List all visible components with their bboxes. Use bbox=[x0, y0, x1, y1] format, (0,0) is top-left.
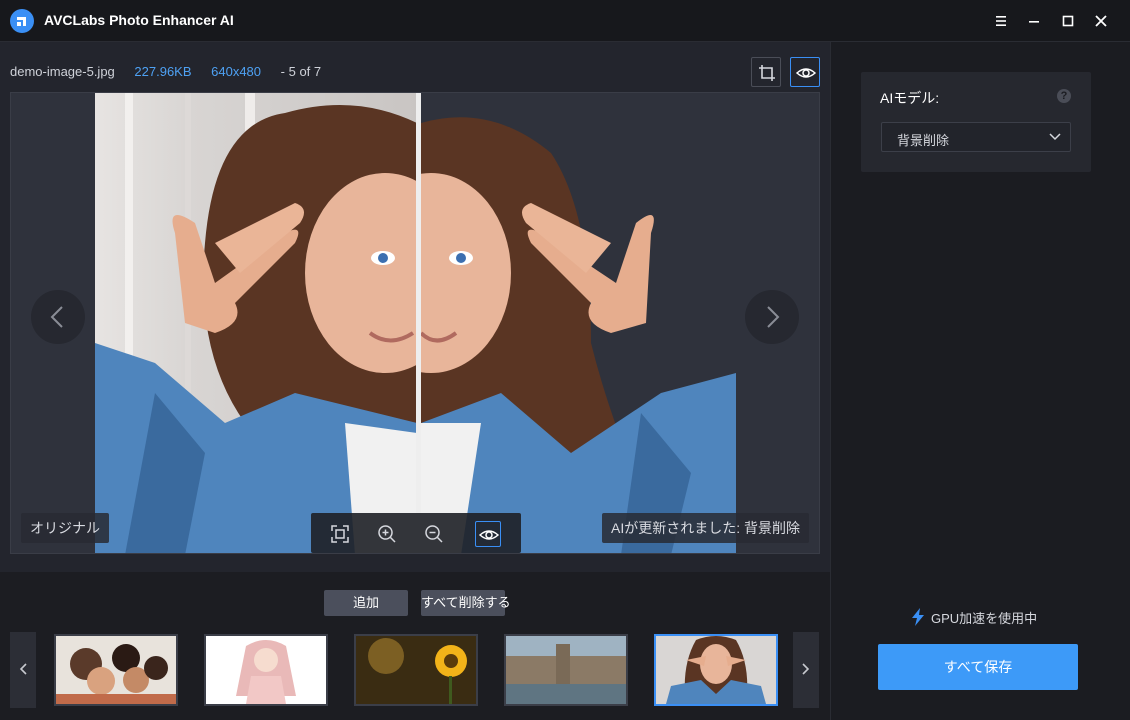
eye-icon bbox=[479, 530, 499, 540]
processed-label: AIが更新されました: 背景削除 bbox=[602, 513, 810, 543]
original-label: オリジナル bbox=[21, 513, 109, 543]
zoom-out-icon bbox=[425, 525, 443, 543]
minimize-icon[interactable] bbox=[1024, 11, 1044, 31]
chevron-left-icon bbox=[50, 306, 63, 328]
chevron-right-icon bbox=[802, 663, 810, 675]
ai-model-label: AIモデル: bbox=[880, 90, 940, 106]
maximize-icon[interactable] bbox=[1058, 11, 1078, 31]
zoom-in-button[interactable] bbox=[374, 521, 400, 547]
chevron-right-icon bbox=[767, 306, 780, 328]
zoom-out-button[interactable] bbox=[421, 521, 447, 547]
delete-all-button[interactable]: すべて削除する bbox=[421, 590, 511, 616]
next-image-button[interactable] bbox=[745, 290, 799, 344]
crop-icon bbox=[759, 65, 775, 81]
previous-image-button[interactable] bbox=[31, 290, 85, 344]
file-name: demo-image-5.jpg bbox=[10, 64, 115, 79]
zoom-toolbar bbox=[311, 513, 521, 553]
thumbnail-4[interactable] bbox=[504, 634, 628, 706]
fit-screen-button[interactable] bbox=[327, 521, 353, 547]
add-button[interactable]: 追加 bbox=[324, 590, 408, 616]
close-icon[interactable] bbox=[1091, 11, 1111, 31]
app-title: AVCLabs Photo Enhancer AI bbox=[44, 12, 234, 28]
eye-icon bbox=[796, 68, 816, 78]
file-info: demo-image-5.jpg 227.96KB 640x480 - 5 of… bbox=[10, 64, 337, 79]
ai-model-value: 背景削除 bbox=[897, 133, 950, 148]
original-image bbox=[95, 93, 417, 553]
compare-divider-handle[interactable] bbox=[416, 93, 421, 553]
title-bar: AVCLabs Photo Enhancer AI bbox=[0, 0, 1130, 42]
person-left-illustration bbox=[95, 105, 417, 553]
thumbnail-3[interactable] bbox=[354, 634, 478, 706]
zoom-in-icon bbox=[378, 525, 396, 543]
main-panel: demo-image-5.jpg 227.96KB 640x480 - 5 of… bbox=[0, 42, 830, 572]
crop-button[interactable] bbox=[751, 57, 781, 87]
person-right-illustration bbox=[421, 117, 736, 553]
image-viewer[interactable]: オリジナル AIが更新されました: 背景削除 bbox=[10, 92, 820, 554]
app-logo-icon bbox=[10, 9, 34, 33]
chevron-left-icon bbox=[19, 663, 27, 675]
ai-model-select[interactable]: 背景削除 bbox=[881, 122, 1071, 152]
help-icon[interactable]: ? bbox=[1057, 89, 1071, 103]
file-resolution: 640x480 bbox=[211, 64, 262, 79]
gpu-status: GPU加速を使用中 bbox=[911, 608, 1037, 627]
processed-image bbox=[421, 93, 736, 553]
thumbnail-1[interactable] bbox=[54, 634, 178, 706]
menu-icon[interactable] bbox=[991, 11, 1011, 31]
thumbnail-2[interactable] bbox=[204, 634, 328, 706]
settings-panel: AIモデル: ? 背景削除 GPU加速を使用中 すべて保存 bbox=[830, 42, 1130, 720]
file-position: - 5 of 7 bbox=[280, 64, 322, 79]
compare-view-button[interactable] bbox=[475, 521, 501, 547]
save-all-button[interactable]: すべて保存 bbox=[878, 644, 1078, 690]
fit-screen-icon bbox=[331, 525, 349, 543]
thumbnail-strip: 追加 すべて削除する bbox=[0, 572, 830, 720]
thumbnail-5[interactable] bbox=[654, 634, 778, 706]
lightning-icon bbox=[912, 608, 924, 626]
thumbnails-prev-button[interactable] bbox=[10, 632, 36, 708]
ai-model-section: AIモデル: ? 背景削除 bbox=[861, 72, 1091, 172]
preview-toggle-button[interactable] bbox=[790, 57, 820, 87]
chevron-down-icon bbox=[1049, 133, 1061, 141]
gpu-status-label: GPU加速を使用中 bbox=[931, 611, 1038, 626]
file-size: 227.96KB bbox=[134, 64, 192, 79]
thumbnails-next-button[interactable] bbox=[793, 632, 819, 708]
